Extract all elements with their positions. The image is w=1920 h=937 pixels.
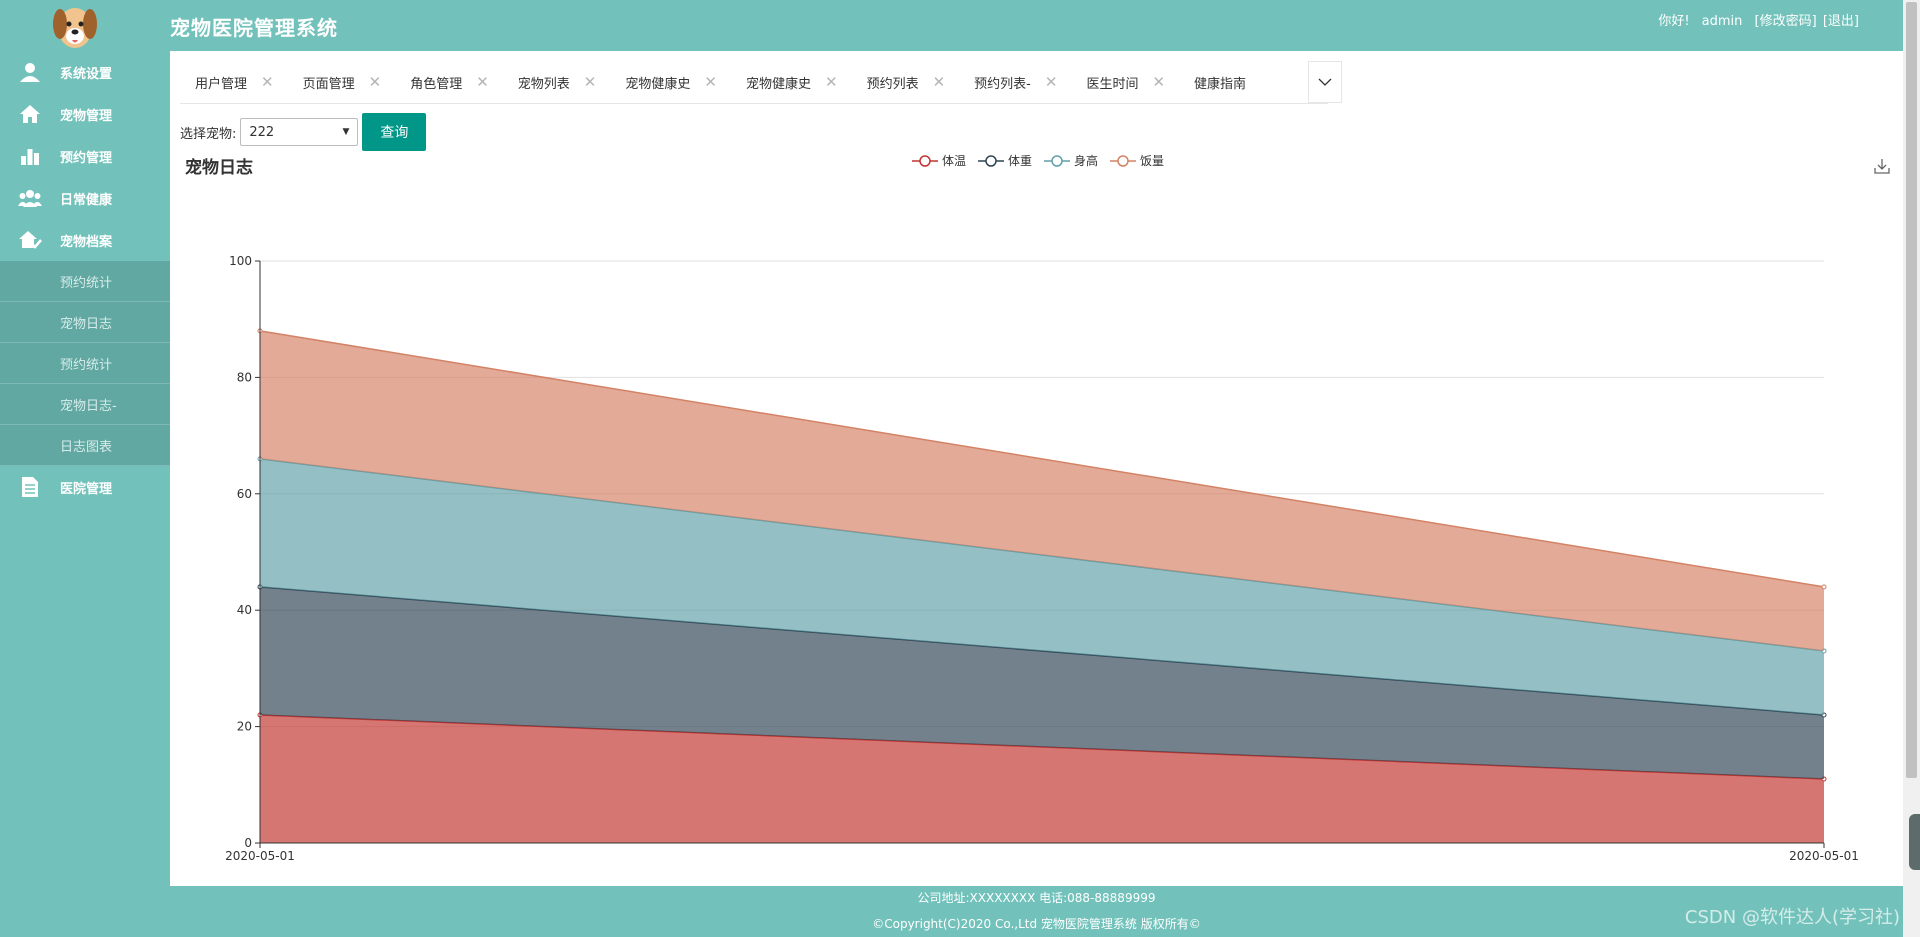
tab-appointment-list[interactable]: 预约列表 ✕	[852, 61, 960, 103]
sidebar-item-label: 医院管理	[60, 481, 113, 497]
sidebar-item-pet-records[interactable]: 宠物档案	[0, 219, 170, 261]
close-icon[interactable]: ✕	[1152, 73, 1165, 91]
submenu-item-appointment-stats-2[interactable]: 预约统计	[0, 343, 170, 384]
tab-appointment-list-2[interactable]: 预约列表- ✕	[959, 61, 1071, 103]
user-icon	[0, 62, 60, 82]
username: admin	[1701, 14, 1743, 29]
sidebar-item-label: 宠物管理	[60, 108, 113, 124]
x-tick-label: 2020-05-01	[1789, 849, 1859, 863]
sidebar-item-pet-management[interactable]: 宠物管理	[0, 93, 170, 135]
submenu-item-appointment-stats[interactable]: 预约统计	[0, 261, 170, 302]
tab-label: 健康指南	[1194, 76, 1247, 92]
scrollbar-thumb[interactable]	[1906, 2, 1917, 778]
tab-user-management[interactable]: 用户管理 ✕	[180, 61, 288, 103]
caret-down-icon: ▼	[342, 127, 350, 137]
footer-address: 公司地址:XXXXXXXX 电话:088-88889999	[917, 891, 1156, 905]
tab-pet-health-history-2[interactable]: 宠物健康史 ✕	[731, 61, 852, 103]
legend-label: 体重	[1008, 154, 1033, 168]
sidebar: 系统设置 宠物管理 预约管理 日常健康 宠物档案 预约统计 宠物日志 预约统计 …	[0, 51, 170, 937]
close-icon[interactable]: ✕	[704, 73, 717, 91]
close-icon[interactable]: ✕	[933, 73, 946, 91]
tab-label: 宠物健康史	[625, 76, 691, 92]
sidebar-item-label: 系统设置	[60, 66, 113, 82]
tab-label: 用户管理	[195, 76, 248, 92]
chart-container: 0 20 40 60 80 100 2020-05-01 2020-05-01 宠物日志 体温…	[170, 143, 1903, 883]
sidebar-item-label: 预约管理	[60, 150, 113, 166]
tab-label: 宠物健康史	[745, 76, 811, 92]
tab-pet-list[interactable]: 宠物列表 ✕	[503, 61, 611, 103]
legend-item[interactable]: 饭量	[1110, 152, 1164, 169]
submenu-item-pet-log[interactable]: 宠物日志	[0, 302, 170, 343]
chevron-down-icon	[1318, 78, 1332, 86]
tab-doctor-time[interactable]: 医生时间 ✕	[1071, 61, 1179, 103]
y-tick-label: 0	[244, 836, 252, 850]
greeting-text: 你好!	[1658, 14, 1690, 29]
sidebar-item-label: 宠物档案	[60, 234, 113, 250]
tab-label: 宠物列表	[517, 76, 570, 92]
close-icon[interactable]: ✕	[369, 73, 382, 91]
chart-legend: 体温 体重 身高 饭量	[912, 152, 1176, 169]
tab-bar: 用户管理 ✕ 页面管理 ✕ 角色管理 ✕ 宠物列表 ✕ 宠物健康史 ✕ 宠物健康史 ✕ 预约…	[180, 61, 1342, 104]
y-tick-label: 60	[237, 487, 252, 501]
submenu-item-pet-log-2[interactable]: 宠物日志-	[0, 384, 170, 425]
main-panel: 用户管理 ✕ 页面管理 ✕ 角色管理 ✕ 宠物列表 ✕ 宠物健康史 ✕ 宠物健康史 ✕ 预约…	[170, 51, 1903, 886]
vertical-scrollbar[interactable]	[1903, 0, 1920, 937]
tab-more-dropdown[interactable]	[1308, 61, 1342, 103]
dog-logo-icon	[48, 0, 102, 50]
group-icon	[0, 189, 60, 207]
y-tick-label: 20	[237, 720, 252, 734]
side-panel-handle[interactable]	[1909, 814, 1920, 870]
legend-item[interactable]: 体温	[912, 152, 966, 169]
area-chart: 0 20 40 60 80 100 2020-05-01 2020-05-01	[225, 254, 1859, 863]
sidebar-item-daily-health[interactable]: 日常健康	[0, 177, 170, 219]
legend-item[interactable]: 体重	[978, 152, 1032, 169]
footer-copyright: ©Copyright(C)2020 Co.,Ltd 宠物医院管理系统 版权所有©	[872, 917, 1201, 931]
download-icon[interactable]	[1873, 157, 1891, 179]
pet-select-value: 222	[249, 124, 275, 140]
close-icon[interactable]: ✕	[1045, 73, 1058, 91]
sidebar-item-label: 日常健康	[60, 192, 113, 208]
tab-health-guide[interactable]: 健康指南	[1179, 61, 1260, 103]
app-title: 宠物医院管理系统	[170, 16, 338, 40]
y-tick-label: 100	[229, 254, 252, 268]
close-icon[interactable]: ✕	[825, 73, 838, 91]
legend-label: 身高	[1074, 154, 1099, 168]
tab-label: 页面管理	[302, 76, 355, 92]
app-header: 宠物医院管理系统 你好! admin [修改密码] [退出]	[0, 0, 1903, 51]
chart-title: 宠物日志	[185, 158, 253, 178]
footer: 公司地址:XXXXXXXX 电话:088-88889999 ©Copyright…	[170, 886, 1903, 937]
tab-pet-health-history[interactable]: 宠物健康史 ✕	[610, 61, 731, 103]
y-tick-label: 80	[237, 370, 252, 384]
sidebar-item-hospital-management[interactable]: 医院管理	[0, 466, 170, 508]
watermark-text: CSDN @软件达人(学习社)	[1684, 907, 1900, 928]
legend-label: 饭量	[1140, 154, 1165, 168]
close-icon[interactable]: ✕	[261, 73, 274, 91]
close-icon[interactable]: ✕	[584, 73, 597, 91]
document-icon	[0, 476, 60, 498]
x-tick-label: 2020-05-01	[225, 849, 295, 863]
submenu-item-log-chart[interactable]: 日志图表	[0, 425, 170, 466]
tab-label: 角色管理	[410, 76, 463, 92]
y-tick-label: 40	[237, 603, 252, 617]
house-check-icon	[0, 230, 60, 250]
tab-label: 医生时间	[1086, 76, 1139, 92]
bar-chart-icon	[0, 147, 60, 165]
close-icon[interactable]: ✕	[476, 73, 489, 91]
tab-label: 预约列表	[866, 76, 919, 92]
sidebar-item-appointment-management[interactable]: 预约管理	[0, 135, 170, 177]
tab-label: 预约列表-	[974, 76, 1031, 92]
pet-select[interactable]: 222 ▼	[240, 118, 359, 146]
sidebar-item-system-settings[interactable]: 系统设置	[0, 51, 170, 93]
data-point	[1821, 584, 1827, 590]
legend-item[interactable]: 身高	[1044, 152, 1098, 169]
change-password-link[interactable]: [修改密码]	[1755, 14, 1817, 29]
logout-link[interactable]: [退出]	[1823, 14, 1859, 29]
tab-page-management[interactable]: 页面管理 ✕	[288, 61, 396, 103]
tab-role-management[interactable]: 角色管理 ✕	[395, 61, 503, 103]
user-area: 你好! admin [修改密码] [退出]	[1650, 10, 1859, 29]
home-icon	[0, 104, 60, 124]
legend-label: 体温	[942, 154, 967, 168]
pet-select-label: 选择宠物:	[180, 126, 237, 142]
